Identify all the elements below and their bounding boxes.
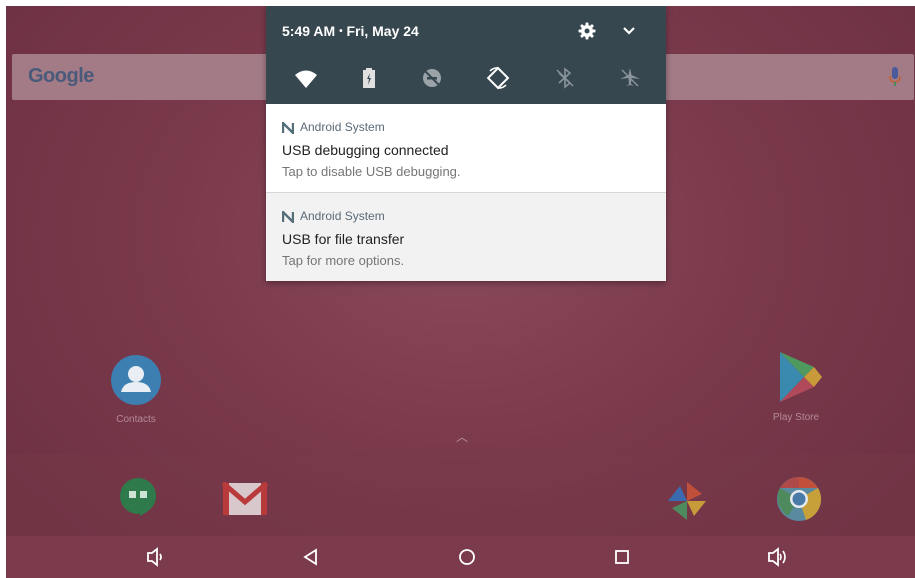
wifi-icon[interactable] bbox=[294, 66, 318, 90]
dock bbox=[6, 454, 915, 536]
contacts-label: Contacts bbox=[116, 414, 156, 425]
playstore-app[interactable]: Play Store bbox=[756, 350, 836, 423]
notification-text: Tap for more options. bbox=[282, 253, 405, 268]
volume-down-icon[interactable] bbox=[144, 546, 166, 568]
notification-shade: 5:49 AM • Fri, May 24 Android System USB… bbox=[266, 6, 666, 281]
notification-app-name: Android System bbox=[300, 209, 385, 223]
separator-dot: • bbox=[339, 26, 343, 37]
gmail-icon[interactable] bbox=[222, 482, 268, 516]
play-store-icon bbox=[780, 352, 822, 402]
recents-icon[interactable] bbox=[611, 546, 633, 568]
notification-title: USB debugging connected bbox=[282, 142, 449, 158]
hangouts-icon[interactable] bbox=[118, 476, 158, 520]
bluetooth-off-icon[interactable] bbox=[553, 66, 577, 90]
time-date: 5:49 AM • Fri, May 24 bbox=[282, 23, 419, 39]
back-icon[interactable] bbox=[300, 546, 322, 568]
home-screen: Google Contacts Play Store ︿ 5:49 AM • F… bbox=[6, 6, 915, 578]
android-system-icon bbox=[282, 210, 294, 223]
quick-settings-header: 5:49 AM • Fri, May 24 bbox=[266, 6, 666, 104]
notification-usb-debugging[interactable]: Android System USB debugging connected T… bbox=[266, 104, 666, 193]
navigation-bar bbox=[6, 536, 915, 578]
airplane-mode-off-icon[interactable] bbox=[618, 66, 642, 90]
home-icon[interactable] bbox=[456, 546, 478, 568]
photos-icon[interactable] bbox=[666, 480, 708, 522]
android-system-icon bbox=[282, 121, 294, 134]
do-not-disturb-off-icon[interactable] bbox=[420, 66, 444, 90]
auto-rotate-icon[interactable] bbox=[486, 66, 510, 90]
settings-gear-icon[interactable] bbox=[578, 22, 596, 40]
battery-saver-icon[interactable] bbox=[357, 66, 381, 90]
google-logo: Google bbox=[28, 65, 94, 87]
contacts-icon bbox=[111, 355, 161, 405]
date-text: Fri, May 24 bbox=[346, 23, 419, 39]
expand-chevron-icon[interactable] bbox=[622, 26, 636, 36]
chrome-icon[interactable] bbox=[776, 476, 822, 522]
notification-app-row: Android System bbox=[282, 120, 385, 134]
microphone-icon[interactable] bbox=[888, 66, 902, 88]
app-drawer-arrow-icon[interactable]: ︿ bbox=[456, 428, 468, 445]
playstore-label: Play Store bbox=[772, 412, 820, 423]
notification-app-name: Android System bbox=[300, 120, 385, 134]
contacts-app[interactable]: Contacts bbox=[96, 354, 176, 425]
notification-text: Tap to disable USB debugging. bbox=[282, 164, 461, 179]
notification-usb-file-transfer[interactable]: Android System USB for file transfer Tap… bbox=[266, 193, 666, 281]
volume-up-icon[interactable] bbox=[766, 546, 788, 568]
clock-time: 5:49 AM bbox=[282, 23, 336, 39]
notification-app-row: Android System bbox=[282, 209, 385, 223]
notification-title: USB for file transfer bbox=[282, 231, 405, 247]
